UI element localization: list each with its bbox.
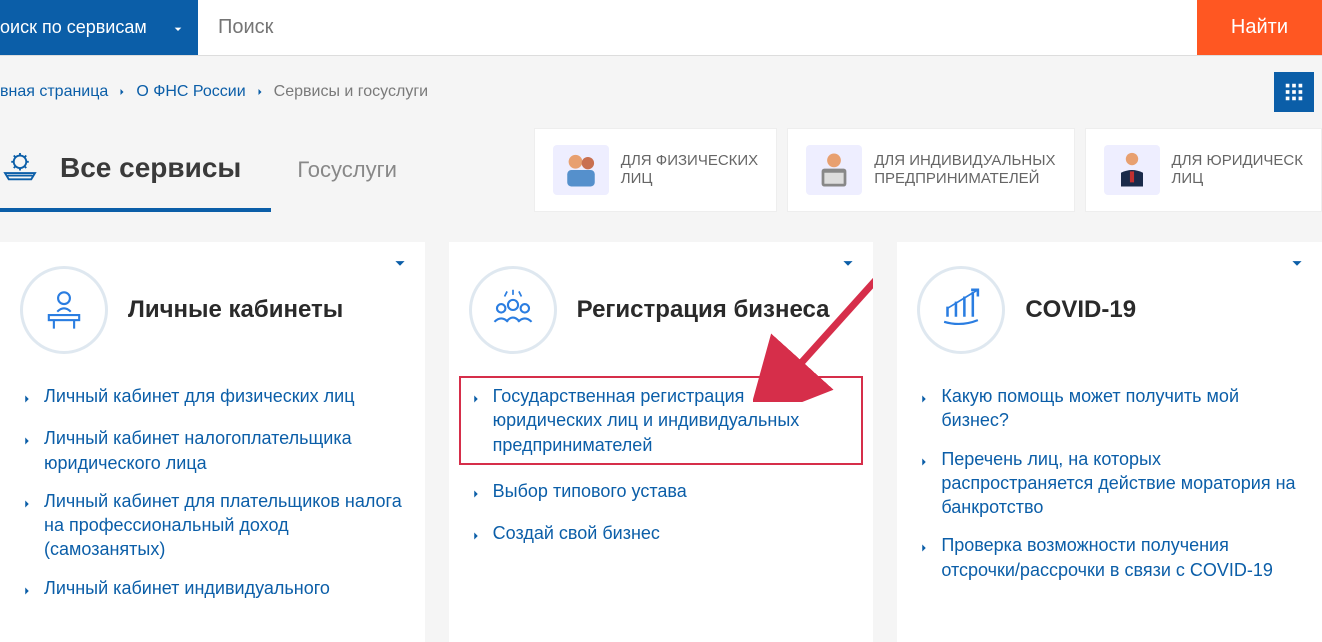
- audience-tab-legal[interactable]: Для юридическлиц: [1085, 128, 1322, 212]
- list-item: Проверка возможности получения отсрочки/…: [917, 533, 1302, 582]
- card-title: COVID-19: [1025, 296, 1136, 324]
- cards-row: Личные кабинеты Личный кабинет для физич…: [0, 212, 1322, 642]
- chevron-right-icon: [20, 493, 34, 517]
- card-title: Личные кабинеты: [128, 296, 343, 324]
- link-lk-individuals[interactable]: Личный кабинет для физических лиц: [44, 384, 355, 408]
- audience-label: Для индивидуальныхпредпринимателей: [874, 152, 1055, 188]
- dropdown-label: оиск по сервисам: [0, 17, 156, 38]
- tabs-row: Все сервисы Госуслуги Для физическихлиц …: [0, 128, 1322, 212]
- spacer: [423, 128, 524, 212]
- tab-gosuslugi[interactable]: Госуслуги: [281, 128, 413, 212]
- list-item-highlighted: Государственная регистрация юридических …: [459, 376, 864, 465]
- chevron-right-icon: [254, 86, 266, 98]
- audience-label: Для физическихлиц: [621, 152, 758, 188]
- chevron-right-icon: [20, 388, 34, 412]
- chevron-right-icon: [20, 430, 34, 454]
- audience-tab-individuals[interactable]: Для физическихлиц: [534, 128, 777, 212]
- tab-title: Все сервисы: [60, 152, 241, 184]
- search-button[interactable]: Найти: [1197, 0, 1322, 55]
- chevron-down-icon: [837, 252, 859, 274]
- list-item: Перечень лиц, на которых распространяетс…: [917, 447, 1302, 520]
- businessman-icon: [1104, 145, 1160, 195]
- tab-all-services[interactable]: Все сервисы: [0, 128, 271, 212]
- chevron-down-icon: [389, 252, 411, 274]
- chevron-right-icon: [469, 388, 483, 412]
- audience-tab-entrepreneurs[interactable]: Для индивидуальныхпредпринимателей: [787, 128, 1074, 212]
- card-personal-accounts: Личные кабинеты Личный кабинет для физич…: [0, 242, 425, 642]
- link-lk-individual-entrepreneur[interactable]: Личный кабинет индивидуального: [44, 576, 330, 600]
- card-header: Личные кабинеты: [20, 266, 405, 354]
- chevron-right-icon: [917, 537, 931, 561]
- chevron-right-icon: [469, 525, 483, 549]
- grid-icon: [1283, 81, 1305, 103]
- link-state-registration[interactable]: Государственная регистрация юридических …: [493, 384, 854, 457]
- entrepreneur-icon: [806, 145, 862, 195]
- card-business-registration: Регистрация бизнеса Государственная реги…: [449, 242, 874, 642]
- card-link-list: Какую помощь может получить мой бизнес? …: [917, 384, 1302, 582]
- chevron-down-icon: [170, 21, 184, 35]
- card-title: Регистрация бизнеса: [577, 296, 830, 324]
- list-item: Выбор типового устава: [469, 479, 854, 507]
- breadcrumb-link-home[interactable]: вная страница: [0, 83, 108, 101]
- card-collapse-toggle[interactable]: [1286, 252, 1308, 279]
- link-create-business[interactable]: Создай свой бизнес: [493, 521, 660, 545]
- chevron-right-icon: [917, 451, 931, 475]
- card-collapse-toggle[interactable]: [837, 252, 859, 279]
- breadcrumb-row: вная страница О ФНС России Сервисы и гос…: [0, 56, 1322, 128]
- link-business-help[interactable]: Какую помощь может получить мой бизнес?: [941, 384, 1302, 433]
- breadcrumb-current: Сервисы и госуслуги: [274, 83, 428, 101]
- search-input[interactable]: [198, 0, 1191, 55]
- link-charter-choice[interactable]: Выбор типового устава: [493, 479, 687, 503]
- card-link-list: Личный кабинет для физических лиц Личный…: [20, 384, 405, 604]
- search-bar: оиск по сервисам Найти: [0, 0, 1322, 56]
- growth-chart-icon: [917, 266, 1005, 354]
- person-desk-icon: [20, 266, 108, 354]
- card-header: COVID-19: [917, 266, 1302, 354]
- breadcrumb: вная страница О ФНС России Сервисы и гос…: [0, 83, 1274, 101]
- list-item: Личный кабинет индивидуального: [20, 576, 405, 604]
- link-lk-self-employed[interactable]: Личный кабинет для плательщиков налога н…: [44, 489, 405, 562]
- service-search-dropdown[interactable]: оиск по сервисам: [0, 0, 198, 55]
- link-moratorium-list[interactable]: Перечень лиц, на которых распространяетс…: [941, 447, 1302, 520]
- card-link-list: Государственная регистрация юридических …: [469, 376, 854, 549]
- link-deferment-check[interactable]: Проверка возможности получения отсрочки/…: [941, 533, 1302, 582]
- card-header: Регистрация бизнеса: [469, 266, 854, 354]
- chevron-down-icon: [1286, 252, 1308, 274]
- list-item: Личный кабинет для плательщиков налога н…: [20, 489, 405, 562]
- chevron-right-icon: [917, 388, 931, 412]
- list-item: Какую помощь может получить мой бизнес?: [917, 384, 1302, 433]
- chevron-right-icon: [20, 580, 34, 604]
- breadcrumb-link-about[interactable]: О ФНС России: [136, 83, 245, 101]
- grid-view-button[interactable]: [1274, 72, 1314, 112]
- gear-icon: [0, 148, 40, 188]
- list-item: Личный кабинет для физических лиц: [20, 384, 405, 412]
- people-icon: [553, 145, 609, 195]
- card-covid19: COVID-19 Какую помощь может получить мой…: [897, 242, 1322, 642]
- audience-label: Для юридическлиц: [1172, 152, 1303, 188]
- chevron-right-icon: [469, 483, 483, 507]
- card-collapse-toggle[interactable]: [389, 252, 411, 279]
- team-icon: [469, 266, 557, 354]
- list-item: Создай свой бизнес: [469, 521, 854, 549]
- list-item: Личный кабинет налогоплательщика юридиче…: [20, 426, 405, 475]
- link-lk-legal[interactable]: Личный кабинет налогоплательщика юридиче…: [44, 426, 405, 475]
- chevron-right-icon: [116, 86, 128, 98]
